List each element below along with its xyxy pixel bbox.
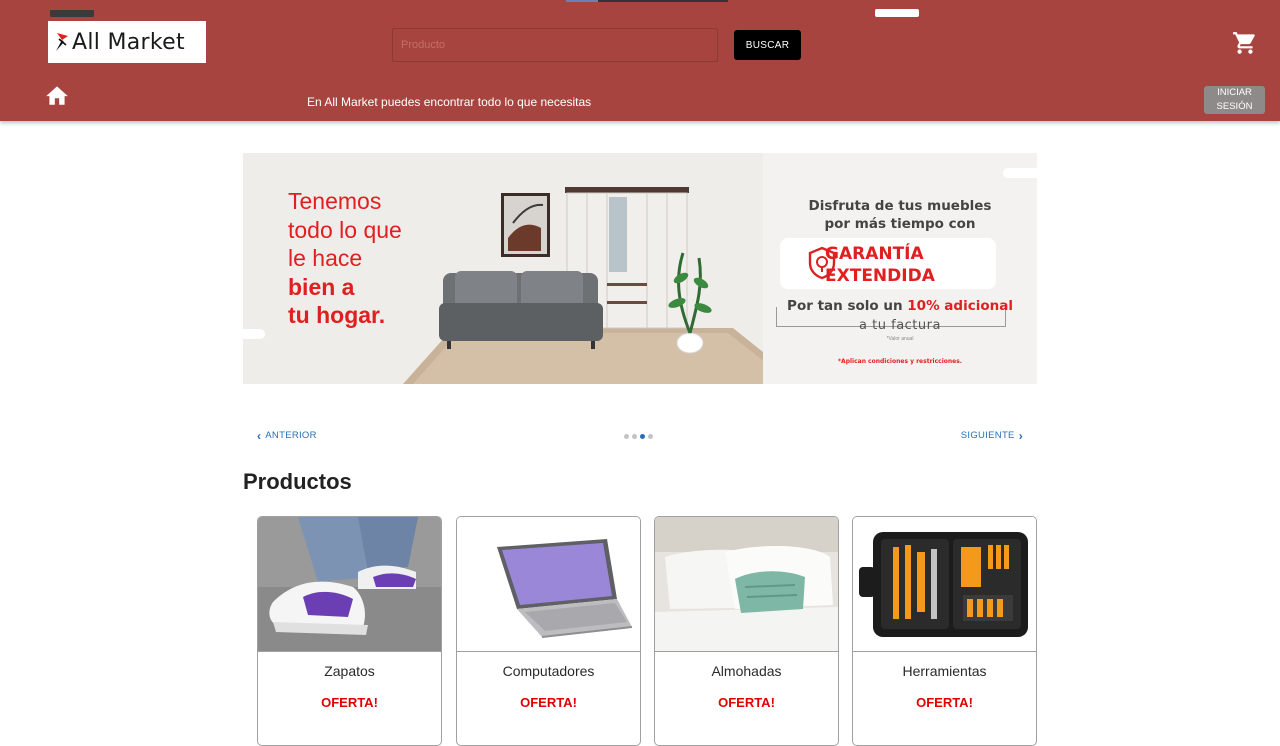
product-name: Computadores	[502, 663, 595, 679]
warranty-heading-line: por más tiempo con	[824, 216, 976, 232]
products-title: Productos	[243, 469, 352, 494]
banner-decoration	[243, 329, 265, 339]
product-name: Almohadas	[711, 663, 782, 679]
product-image	[457, 517, 640, 652]
carousel-dot[interactable]	[624, 434, 629, 439]
login-button[interactable]: INICIAR SESIÓN	[1204, 86, 1265, 114]
laptop-image	[457, 517, 640, 651]
warranty-price-highlight: 10% adicional	[907, 298, 1013, 314]
site-logo[interactable]: All Market	[48, 21, 206, 63]
carousel-dot[interactable]	[632, 434, 637, 439]
furniture-illustration	[403, 187, 783, 384]
warranty-price: Por tan solo un 10% adicional	[763, 298, 1037, 314]
search-button[interactable]: BUSCAR	[734, 30, 801, 60]
home-icon[interactable]	[44, 83, 70, 107]
logo-mark-icon	[56, 33, 68, 51]
offer-badge: OFERTA!	[718, 695, 775, 710]
header-decoration-bar	[50, 10, 94, 17]
product-name: Zapatos	[324, 663, 375, 679]
carousel-next-button[interactable]: SIGUIENTE ›	[960, 428, 1023, 443]
top-header: All Market BUSCAR En All Market puedes e…	[0, 0, 1280, 121]
warranty-title: GARANTÍA EXTENDIDA	[825, 243, 935, 287]
chevron-right-icon: ›	[1018, 428, 1023, 443]
carousel-dots	[624, 434, 653, 439]
chevron-left-icon: ‹	[257, 428, 262, 443]
product-card-computadores[interactable]: Computadores OFERTA!	[456, 516, 641, 746]
header-tagline: En All Market puedes encontrar todo lo q…	[307, 95, 592, 109]
carousel-prev-button[interactable]: ‹ ANTERIOR	[257, 428, 317, 443]
product-image	[258, 517, 441, 652]
product-image	[655, 517, 838, 652]
search-input[interactable]	[392, 28, 718, 62]
carousel-dot[interactable]	[648, 434, 653, 439]
header-decoration-bar	[875, 9, 919, 17]
offer-badge: OFERTA!	[916, 695, 973, 710]
carousel-dot[interactable]	[640, 434, 645, 439]
warranty-conditions: *Aplican condiciones y restricciones.	[837, 358, 963, 365]
offer-badge: OFERTA!	[520, 695, 577, 710]
product-card-herramientas[interactable]: Herramientas OFERTA!	[852, 516, 1037, 746]
product-card-almohadas[interactable]: Almohadas OFERTA!	[654, 516, 839, 746]
shoes-image	[258, 517, 441, 651]
product-name: Herramientas	[902, 663, 987, 679]
offer-badge: OFERTA!	[321, 695, 378, 710]
promo-banner[interactable]: Tenemos todo lo que le hace bien a tu ho…	[243, 153, 1037, 384]
cart-icon[interactable]	[1232, 30, 1258, 56]
carousel-controls: ‹ ANTERIOR SIGUIENTE ›	[243, 426, 1037, 450]
warranty-price-sub: a tu factura	[859, 318, 941, 333]
banner-decoration	[1003, 168, 1037, 178]
warranty-heading-line: Disfruta de tus muebles	[808, 198, 992, 214]
warranty-price-note: *Valor anual	[886, 336, 914, 342]
warranty-heading: Disfruta de tus muebles por más tiempo c…	[763, 197, 1037, 233]
pillows-image	[655, 517, 838, 651]
carousel-prev-label: ANTERIOR	[265, 430, 317, 441]
banner-warranty-panel: Disfruta de tus muebles por más tiempo c…	[763, 153, 1037, 384]
warranty-title-line: GARANTÍA	[825, 244, 924, 264]
carousel-next-label: SIGUIENTE	[960, 430, 1015, 441]
warranty-price-prefix: Por tan solo un	[787, 298, 908, 314]
product-image	[853, 517, 1036, 652]
tools-image	[853, 517, 1036, 651]
header-decoration-bar	[566, 0, 728, 2]
logo-text: All Market	[72, 29, 185, 55]
warranty-title-line: EXTENDIDA	[825, 266, 935, 286]
product-card-zapatos[interactable]: Zapatos OFERTA!	[257, 516, 442, 746]
